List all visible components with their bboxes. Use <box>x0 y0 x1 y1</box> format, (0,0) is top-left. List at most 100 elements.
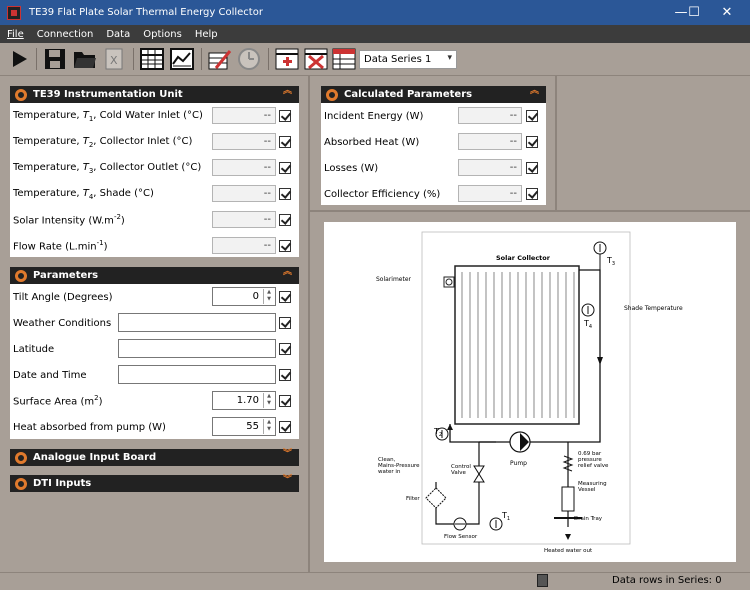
collector-efficiency-label: Collector Efficiency (%) <box>324 188 441 200</box>
date-time-label: Date and Time <box>13 369 87 381</box>
edit-icon[interactable] <box>207 47 233 71</box>
play-icon[interactable] <box>6 47 32 71</box>
gear-icon <box>326 88 338 101</box>
date-time-checkbox[interactable] <box>279 369 291 381</box>
schematic-diagram: Solar Collector Solarimeter T3 T4 Shade … <box>324 222 736 562</box>
spinner-icon[interactable]: ▲ ▼ <box>263 289 274 304</box>
tilt-angle-label: Tilt Angle (Degrees) <box>13 291 113 303</box>
data-series-select[interactable]: Data Series 1 ▾ <box>359 50 457 69</box>
calculated-title: Calculated Parameters <box>344 89 473 100</box>
menu-file[interactable]: File <box>7 29 24 40</box>
weather-checkbox[interactable] <box>279 317 291 329</box>
collector-efficiency-checkbox[interactable] <box>526 188 538 200</box>
weather-input[interactable] <box>118 313 276 332</box>
t3-checkbox[interactable] <box>279 162 291 174</box>
spinner-icon[interactable]: ▲ ▼ <box>263 419 274 434</box>
calculated-header[interactable]: Calculated Parameters ︽ <box>321 86 546 103</box>
horizontal-divider[interactable] <box>310 210 750 212</box>
vertical-divider[interactable] <box>308 76 310 572</box>
surface-area-checkbox[interactable] <box>279 395 291 407</box>
instrumentation-header[interactable]: TE39 Instrumentation Unit ︽ <box>10 86 299 103</box>
heat-pump-input[interactable]: 55 ▲ ▼ <box>212 417 276 436</box>
calculated-row: Collector Efficiency (%) -- <box>321 181 546 207</box>
shade-temperature-label: Shade Temperature <box>624 305 683 312</box>
menu-help[interactable]: Help <box>195 29 218 40</box>
menu-data[interactable]: Data <box>106 29 130 40</box>
chevron-up-icon[interactable]: ︽ <box>530 87 539 96</box>
chevron-down-icon[interactable]: ︾ <box>283 476 292 485</box>
parameters-header[interactable]: Parameters ︽ <box>10 267 299 284</box>
series-table-icon[interactable] <box>331 47 357 71</box>
delete-row-icon[interactable] <box>303 47 329 71</box>
incident-energy-value: -- <box>458 107 522 124</box>
date-time-input[interactable] <box>118 365 276 384</box>
instrument-row: Flow Rate (L.min-1) -- <box>10 233 299 259</box>
gear-icon <box>15 477 27 490</box>
losses-checkbox[interactable] <box>526 162 538 174</box>
heat-pump-checkbox[interactable] <box>279 421 291 433</box>
flow-rate-label: Flow Rate (L.min-1) <box>13 239 108 253</box>
instrument-row: Temperature, T2, Collector Inlet (°C) -- <box>10 129 299 155</box>
parameter-row: Surface Area (m2) 1.70 ▲ ▼ <box>10 388 299 414</box>
filter-label: Filter <box>406 496 420 502</box>
t2-value: -- <box>212 133 276 150</box>
tilt-angle-checkbox[interactable] <box>279 291 291 303</box>
solar-intensity-checkbox[interactable] <box>279 214 291 226</box>
calculated-row: Absorbed Heat (W) -- <box>321 129 546 155</box>
instrumentation-title: TE39 Instrumentation Unit <box>33 89 183 100</box>
t3-label-diagram: T3 <box>606 256 615 267</box>
t1-label: Temperature, T1, Cold Water Inlet (°C) <box>13 109 203 123</box>
analogue-title: Analogue Input Board <box>33 452 157 463</box>
window-title: TE39 Flat Plate Solar Thermal Energy Col… <box>29 7 263 18</box>
menu-connection[interactable]: Connection <box>37 29 94 40</box>
calculator-icon <box>537 574 548 587</box>
drain-tray-label: Drain Tray <box>574 516 603 522</box>
open-folder-icon[interactable] <box>72 47 98 71</box>
calculated-row: Losses (W) -- <box>321 155 546 181</box>
flow-rate-value: -- <box>212 237 276 254</box>
absorbed-heat-label: Absorbed Heat (W) <box>324 136 420 148</box>
tilt-angle-input[interactable]: 0 ▲ ▼ <box>212 287 276 306</box>
incident-energy-checkbox[interactable] <box>526 110 538 122</box>
parameters-panel: Tilt Angle (Degrees) 0 ▲ ▼ Weather Conditi… <box>10 284 299 439</box>
latitude-input[interactable] <box>118 339 276 358</box>
absorbed-heat-checkbox[interactable] <box>526 136 538 148</box>
app-window: TE39 Flat Plate Solar Thermal Energy Col… <box>0 0 750 590</box>
export-excel-icon[interactable]: X <box>101 47 127 71</box>
latitude-checkbox[interactable] <box>279 343 291 355</box>
analogue-header[interactable]: Analogue Input Board ︾ <box>10 449 299 466</box>
chart-view-icon[interactable] <box>169 47 195 71</box>
data-series-value: Data Series 1 <box>364 54 432 65</box>
chevron-up-icon[interactable]: ︽ <box>283 87 292 96</box>
t2-checkbox[interactable] <box>279 136 291 148</box>
menu-options[interactable]: Options <box>143 29 182 40</box>
dti-title: DTI Inputs <box>33 478 92 489</box>
menu-bar: File Connection Data Options Help <box>0 25 750 43</box>
pipe-inlet <box>435 442 480 525</box>
solarimeter-label: Solarimeter <box>376 276 412 283</box>
close-button[interactable]: ✕ <box>704 0 750 25</box>
chevron-down-icon[interactable]: ︾ <box>283 450 292 459</box>
spinner-icon[interactable]: ▲ ▼ <box>263 393 274 408</box>
t1-checkbox[interactable] <box>279 110 291 122</box>
add-row-icon[interactable] <box>274 47 300 71</box>
parameter-row: Latitude <box>10 336 299 362</box>
clock-icon[interactable] <box>236 47 262 71</box>
incident-energy-label: Incident Energy (W) <box>324 110 424 122</box>
latitude-label: Latitude <box>13 343 55 355</box>
dti-header[interactable]: DTI Inputs ︾ <box>10 475 299 492</box>
calculated-row: Incident Energy (W) -- <box>321 103 546 129</box>
instrumentation-panel: Temperature, T1, Cold Water Inlet (°C) -… <box>10 103 299 257</box>
flow-rate-checkbox[interactable] <box>279 240 291 252</box>
t1-label-diagram: T1 <box>501 511 510 522</box>
gear-icon <box>15 451 27 464</box>
table-view-icon[interactable] <box>139 47 165 71</box>
surface-area-input[interactable]: 1.70 ▲ ▼ <box>212 391 276 410</box>
solar-intensity-label: Solar Intensity (W.m-2) <box>13 213 125 227</box>
chevron-up-icon[interactable]: ︽ <box>283 268 292 277</box>
t4-checkbox[interactable] <box>279 188 291 200</box>
losses-label: Losses (W) <box>324 162 379 174</box>
save-icon[interactable] <box>42 47 68 71</box>
flow-sensor-label: Flow Sensor <box>444 534 478 540</box>
vertical-divider-right[interactable] <box>555 76 557 211</box>
